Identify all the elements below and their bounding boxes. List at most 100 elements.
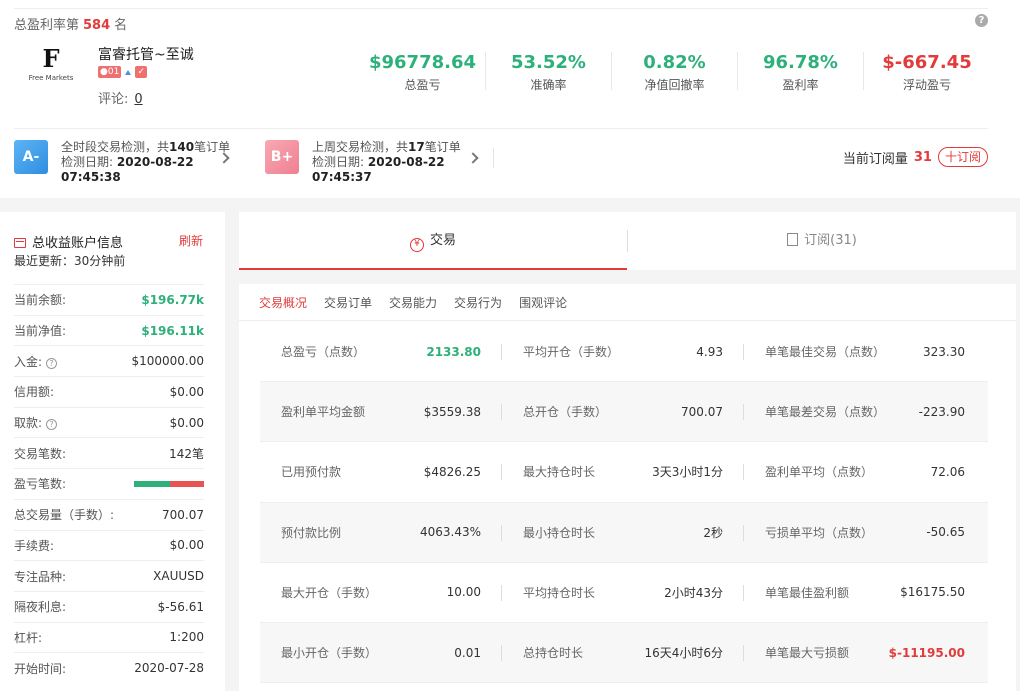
stat-label: 盈利率 (782, 78, 819, 92)
up-arrow-icon (125, 69, 132, 75)
grade-badge: A- (14, 140, 48, 174)
overview-cell: 平均持仓时长 2小时43分 (502, 563, 744, 622)
metric-label: 单笔最大亏损额 (765, 646, 850, 661)
stat-value: 0.82% (643, 52, 706, 73)
stat-value: $96778.64 (368, 52, 477, 73)
tab-bar: ¥ 交易 订阅(31) (239, 212, 1016, 270)
row-value: $-56.61 (157, 599, 204, 614)
row-value: $196.77k (141, 292, 204, 307)
divider (239, 320, 1016, 321)
trader-name[interactable]: 富睿托管~至诚 (98, 44, 194, 64)
overview-row: 已用预付款 $4826.25 最大持仓时长 3天3小时1分 盈利单平均（点数） 72.06 (260, 442, 988, 503)
logo-text: Free Markets (28, 74, 74, 82)
metric-value: $-11195.00 (888, 645, 965, 660)
overview-cell: 总盈亏（点数） 2133.80 (260, 322, 502, 381)
row-value: $100000.00 (131, 354, 204, 369)
card-icon (14, 238, 26, 248)
row-label: 交易笔数: (14, 446, 67, 461)
subscribe-button[interactable]: 十订阅 (937, 147, 988, 167)
row-label: 入金:? (14, 353, 58, 370)
overview-panel: 交易概况 交易订单 交易能力 交易行为 围观评论 总盈亏（点数） 2133.80 平均开仓（… (239, 284, 1016, 691)
subscribe-count: 31 (913, 149, 932, 165)
stats-row: $96778.64 总盈亏 53.52% 准确率 0.82% 净值回撤率 96.78% 盈利率… (360, 52, 990, 92)
refresh-button[interactable]: 刷新 (179, 232, 203, 249)
divider (493, 148, 494, 168)
row-value: 142笔 (169, 446, 204, 461)
metric-value: $3559.38 (423, 404, 481, 419)
row-value: 1:200 (169, 630, 204, 645)
account-row: 当前余额: $196.77k (14, 284, 204, 315)
overview-cell: 亏损单平均（点数） -50.65 (744, 503, 986, 562)
account-row: 信用额: $0.00 (14, 376, 204, 407)
tab-trade[interactable]: ¥ 交易 (239, 212, 627, 270)
broker-logo: F Free Markets (28, 46, 74, 86)
metric-label: 总盈亏（点数） (281, 345, 366, 360)
account-row: 盈亏笔数: (14, 468, 204, 499)
metric-label: 最小持仓时长 (523, 525, 596, 540)
metric-value: 700.07 (681, 404, 723, 419)
subtab-0[interactable]: 交易概况 (259, 294, 307, 311)
help-icon[interactable]: ? (975, 14, 988, 27)
check-last-week[interactable]: B+ 上周交易检测，共17笔订单 检测日期: 2020-08-22 07:45:… (265, 140, 495, 184)
shield-icon: ✓ (135, 66, 148, 78)
metric-label: 单笔最差交易（点数） (765, 405, 886, 420)
stat-0: $96778.64 总盈亏 (360, 52, 486, 92)
bookmark-icon (787, 233, 799, 246)
help-icon[interactable]: ? (46, 419, 58, 431)
metric-label: 盈利单平均（点数） (765, 465, 874, 480)
overview-cell: 单笔最差交易（点数） -223.90 (744, 382, 986, 441)
row-label: 开始时间: (14, 661, 67, 676)
overview-cell: 平均开仓（手数） 4.93 (502, 322, 744, 381)
check-text: 全时段交易检测，共140笔订单 检测日期: 2020-08-22 07:45:3… (61, 140, 231, 184)
rank-suffix: 名 (114, 18, 128, 33)
row-label: 当前净值: (14, 324, 67, 339)
metric-value: 10.00 (446, 585, 481, 600)
check-all-time[interactable]: A- 全时段交易检测，共140笔订单 检测日期: 2020-08-22 07:4… (14, 140, 239, 184)
metric-label: 总开仓（手数） (523, 405, 608, 420)
overview-row: 最大开仓（手数） 10.00 平均持仓时长 2小时43分 单笔最佳盈利额 $16175.5… (260, 563, 988, 623)
overview-cell: 单笔最佳盈利额 $16175.50 (744, 563, 986, 622)
row-label: 手续费: (14, 538, 55, 553)
row-label: 信用额: (14, 385, 55, 400)
comment-link[interactable]: 0 (134, 92, 142, 107)
stat-value: 53.52% (511, 52, 586, 73)
overview-row: 盈利单平均金额 $3559.38 总开仓（手数） 700.07 单笔最差交易（点数） -2… (260, 382, 988, 443)
row-value: $0.00 (169, 415, 204, 430)
tab-subscribe[interactable]: 订阅(31) (628, 212, 1016, 270)
account-row: 专注品种: XAUUSD (14, 560, 204, 591)
metric-label: 单笔最佳盈利额 (765, 585, 850, 600)
account-row: 手续费: $0.00 (14, 529, 204, 561)
subtab-1[interactable]: 交易订单 (324, 294, 372, 311)
stat-label: 总盈亏 (404, 78, 441, 92)
overview-cell: 盈利单平均金额 $3559.38 (260, 382, 502, 441)
chevron-right-icon[interactable] (467, 152, 479, 164)
metric-value: 72.06 (930, 464, 965, 479)
trader-header: 总盈利率第 584 名 ? F Free Markets 富睿托管~至诚 ●01 ✓… (0, 0, 1020, 198)
subtab-4[interactable]: 围观评论 (519, 294, 567, 311)
overview-cell: 盈利单平均（点数） 72.06 (744, 442, 986, 501)
row-label: 隔夜利息: (14, 600, 67, 615)
overview-cell: 已用预付款 $4826.25 (260, 442, 502, 501)
account-panel: 总收益账户信息 刷新 最近更新：30分钟前 当前余额: $196.77k 当前净值:… (0, 212, 225, 691)
metric-value: 16天4小时6分 (644, 646, 723, 661)
main-content: ¥ 交易 订阅(31) 交易概况 交易订单 交易能力 交易行为 围观评论 总盈亏（点数） 2… (239, 212, 1016, 691)
metric-label: 平均持仓时长 (523, 585, 596, 600)
metric-value: 4.93 (696, 344, 723, 359)
metric-label: 盈利单平均金额 (281, 405, 366, 420)
help-icon[interactable]: ? (46, 357, 58, 369)
metric-label: 单笔最佳交易（点数） (765, 345, 886, 360)
metric-label: 亏损单平均（点数） (765, 525, 874, 540)
subscribe-area: 当前订阅量 31 十订阅 (843, 147, 988, 167)
metric-value: 4063.43% (419, 525, 481, 540)
overview-cell: 最小持仓时长 2秒 (502, 503, 744, 562)
subtab-3[interactable]: 交易行为 (454, 294, 502, 311)
account-row: 交易笔数: 142笔 (14, 437, 204, 468)
subscribe-label: 当前订阅量 (842, 151, 908, 167)
metric-value: 323.30 (923, 344, 965, 359)
rank-prefix: 总盈利率第 (14, 18, 80, 33)
account-row: 开始时间: 2020-07-28 (14, 652, 204, 683)
subtab-2[interactable]: 交易能力 (389, 294, 437, 311)
stat-value: $-667.45 (882, 52, 972, 73)
row-value: XAUUSD (153, 569, 204, 584)
overview-cell: 单笔最大亏损额 $-11195.00 (744, 623, 986, 682)
